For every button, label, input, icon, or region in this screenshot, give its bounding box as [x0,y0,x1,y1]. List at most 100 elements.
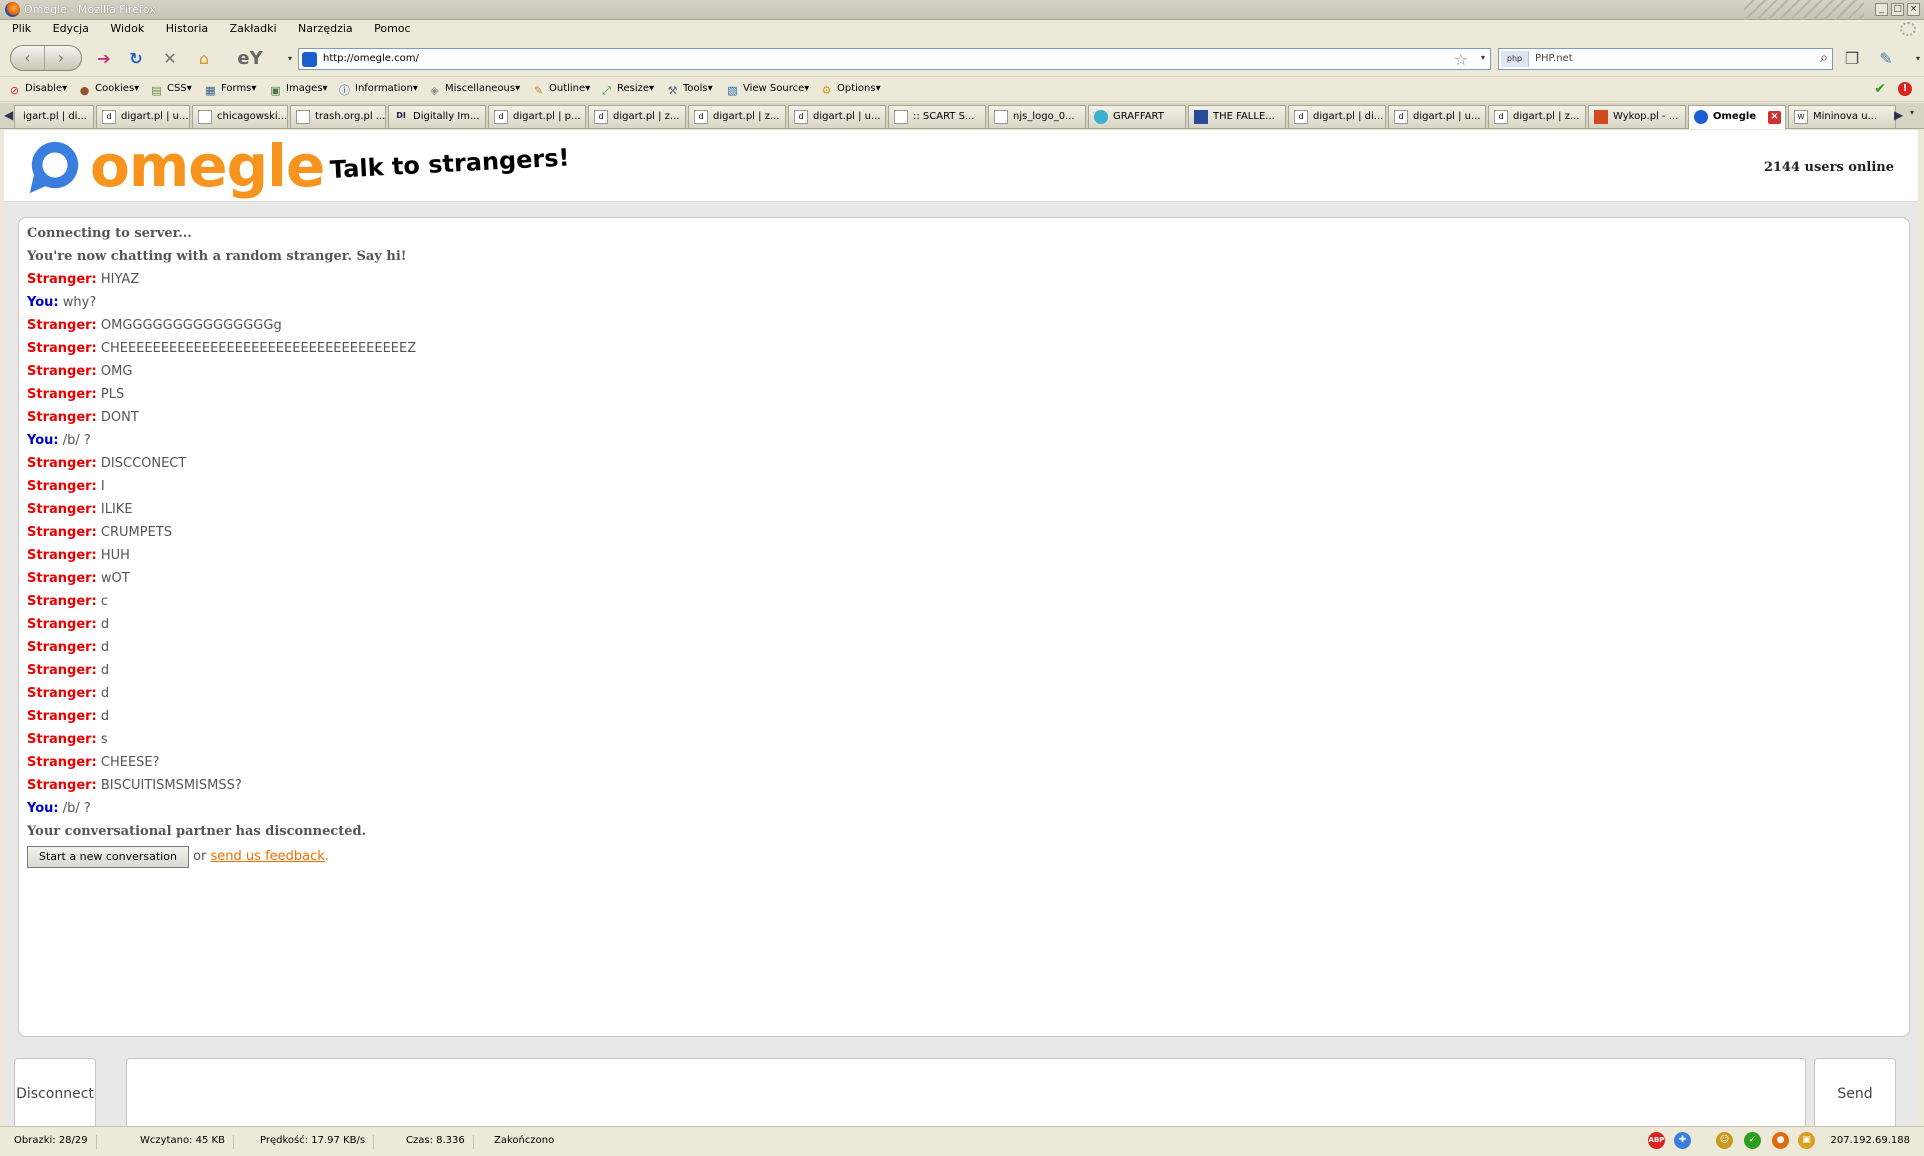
devbar-forms[interactable]: ▦ Forms▾ [204,83,256,97]
firefox-status-icon[interactable]: ● [1772,1132,1789,1149]
tab-5[interactable]: DI Digitally Im... [388,105,486,128]
close-tab-icon[interactable]: × [1768,111,1781,124]
devbar-information[interactable]: ⓘ Information▾ [338,83,418,97]
tab-9[interactable]: d digart.pl | u... [788,105,886,128]
validation-ok-icon[interactable]: ✔ [1874,81,1886,97]
windows-icon[interactable]: ❐ [1842,49,1862,69]
menu-narzedzia[interactable]: Narzędzia [292,20,359,37]
error-console-icon[interactable]: ! [1898,82,1912,96]
tab-19[interactable]: W Mininova u... [1788,105,1896,128]
chat-message: Stranger: I [27,475,1901,498]
send-feedback-link[interactable]: send us feedback [211,849,325,864]
ebay-icon[interactable]: eY [228,49,272,69]
minimize-button[interactable]: _ [1875,3,1888,16]
chat-log[interactable]: Connecting to server... You're now chatt… [18,217,1910,1037]
message-sender: Stranger: [27,341,97,356]
devbar-tools[interactable]: ⚒ Tools▾ [666,83,713,97]
translate-icon[interactable]: ✎ [1876,49,1896,69]
tab-favicon-icon: W [1794,110,1808,124]
menu-edycja[interactable]: Edycja [47,20,95,37]
sync-icon[interactable]: ✚ [1674,1132,1691,1149]
message-text: d [100,617,110,632]
title-bar-decoration [1744,0,1864,20]
tab-scroll-right-icon[interactable]: ▶ [1894,108,1903,122]
message-sender: Stranger: [27,709,97,724]
bookmark-star-icon[interactable]: ☆ [1454,50,1468,69]
send-link-icon[interactable]: ➔ [94,49,114,69]
tab-4[interactable]: trash.org.pl ... [290,105,386,128]
menu-bar: Plik Edycja Widok Historia Zakładki Narz… [0,20,1924,39]
menu-zakladki[interactable]: Zakładki [224,20,283,37]
back-button[interactable]: ‹ [11,46,45,70]
stop-icon[interactable]: ✕ [160,49,180,69]
lock-icon[interactable]: ▣ [1798,1132,1815,1149]
tagline: Talk to strangers! [329,143,571,184]
url-dropdown-icon[interactable]: ▾ [1481,53,1485,62]
search-engine-icon[interactable]: php [1501,51,1529,67]
check-icon[interactable]: ✓ [1744,1132,1761,1149]
disconnect-button[interactable]: Disconnect [14,1058,96,1130]
message-list: Stranger: HIYAZ You: why? Stranger: OMGGGG… [27,268,1901,820]
maximize-button[interactable]: □ [1891,3,1904,16]
send-button[interactable]: Send [1814,1058,1896,1130]
tab-favicon-icon [1094,110,1108,124]
message-input[interactable] [126,1058,1806,1130]
tab-3[interactable]: chicagowski... [192,105,288,128]
tab-favicon-icon [1194,110,1208,124]
activity-throbber-icon [1900,22,1916,36]
close-window-button[interactable]: × [1907,3,1920,16]
devbar-css[interactable]: ▤ CSS▾ [150,83,191,97]
chat-message: Stranger: c [27,590,1901,613]
search-icon[interactable]: ⌕ [1820,50,1828,66]
menu-widok[interactable]: Widok [104,20,150,37]
search-bar[interactable]: php PHP.net ⌕ [1498,48,1833,70]
tab-list-icon[interactable]: ▾ [1910,108,1914,117]
omegle-header: omegle Talk to strangers! 2144 users onl… [4,130,1918,202]
devbar-images[interactable]: ▣ Images▾ [269,83,327,97]
chevron-down-icon[interactable]: ▾ [280,49,300,69]
tab-omegle-active[interactable]: Omegle × [1688,105,1786,129]
tab-12[interactable]: GRAFFART [1088,105,1186,128]
url-bar[interactable]: http://omegle.com/ ☆ ▾ [298,48,1491,70]
tab-15[interactable]: d digart.pl | u... [1388,105,1486,128]
search-input[interactable]: PHP.net [1535,53,1573,64]
devbar-cookies[interactable]: ● Cookies▾ [78,83,140,97]
tab-8[interactable]: d digart.pl | z... [688,105,786,128]
menu-historia[interactable]: Historia [160,20,214,37]
tab-14[interactable]: d digart.pl | di... [1288,105,1386,128]
tab-7[interactable]: d digart.pl | z... [588,105,686,128]
devbar-resize[interactable]: ⤢ Resize▾ [600,83,654,97]
menu-pomoc[interactable]: Pomoc [368,20,416,37]
chat-message: Stranger: d [27,705,1901,728]
chevron-down-icon[interactable]: ▾ [1908,49,1924,69]
message-sender: Stranger: [27,617,97,632]
tab-16[interactable]: d digart.pl | z... [1488,105,1586,128]
tab-1[interactable]: igart.pl | di... [14,105,94,128]
tab-11[interactable]: njs_logo_0... [988,105,1086,128]
status-images: Obrazki: 28/29 [14,1135,97,1149]
devbar-view-source[interactable]: ▧ View Source▾ [726,83,809,97]
start-new-conversation-button[interactable]: Start a new conversation [27,845,189,868]
menu-plik[interactable]: Plik [6,20,37,37]
home-icon[interactable]: ⌂ [194,49,214,69]
tab-13[interactable]: THE FALLE... [1188,105,1286,128]
tab-2[interactable]: d digart.pl | u... [96,105,190,128]
devbar-options[interactable]: ⚙ Options▾ [820,83,881,97]
tab-17[interactable]: Wykop.pl - ... [1588,105,1686,128]
devbar-disable[interactable]: ⊘ Disable▾ [8,83,67,97]
forward-button[interactable]: › [47,46,75,70]
tab-favicon-icon: DI [396,111,406,120]
omegle-logo-text: omegle [90,132,325,200]
reload-icon[interactable]: ↻ [126,49,146,69]
adblock-icon[interactable]: ABP [1648,1132,1665,1149]
devbar-outline[interactable]: ✎ Outline▾ [532,83,590,97]
tab-10[interactable]: :: SCART S... [888,105,986,128]
devbar-miscellaneous[interactable]: ◈ Miscellaneous▾ [428,83,520,97]
greasemonkey-icon[interactable]: ☺ [1716,1132,1733,1149]
tab-6[interactable]: d digart.pl | p... [488,105,586,128]
message-text: I [100,479,105,494]
message-text: /b/ ? [62,801,91,816]
options-icon: ⚙ [821,84,832,97]
tab-scroll-left-icon[interactable]: ◀ [4,108,13,122]
chat-message: Stranger: d [27,659,1901,682]
